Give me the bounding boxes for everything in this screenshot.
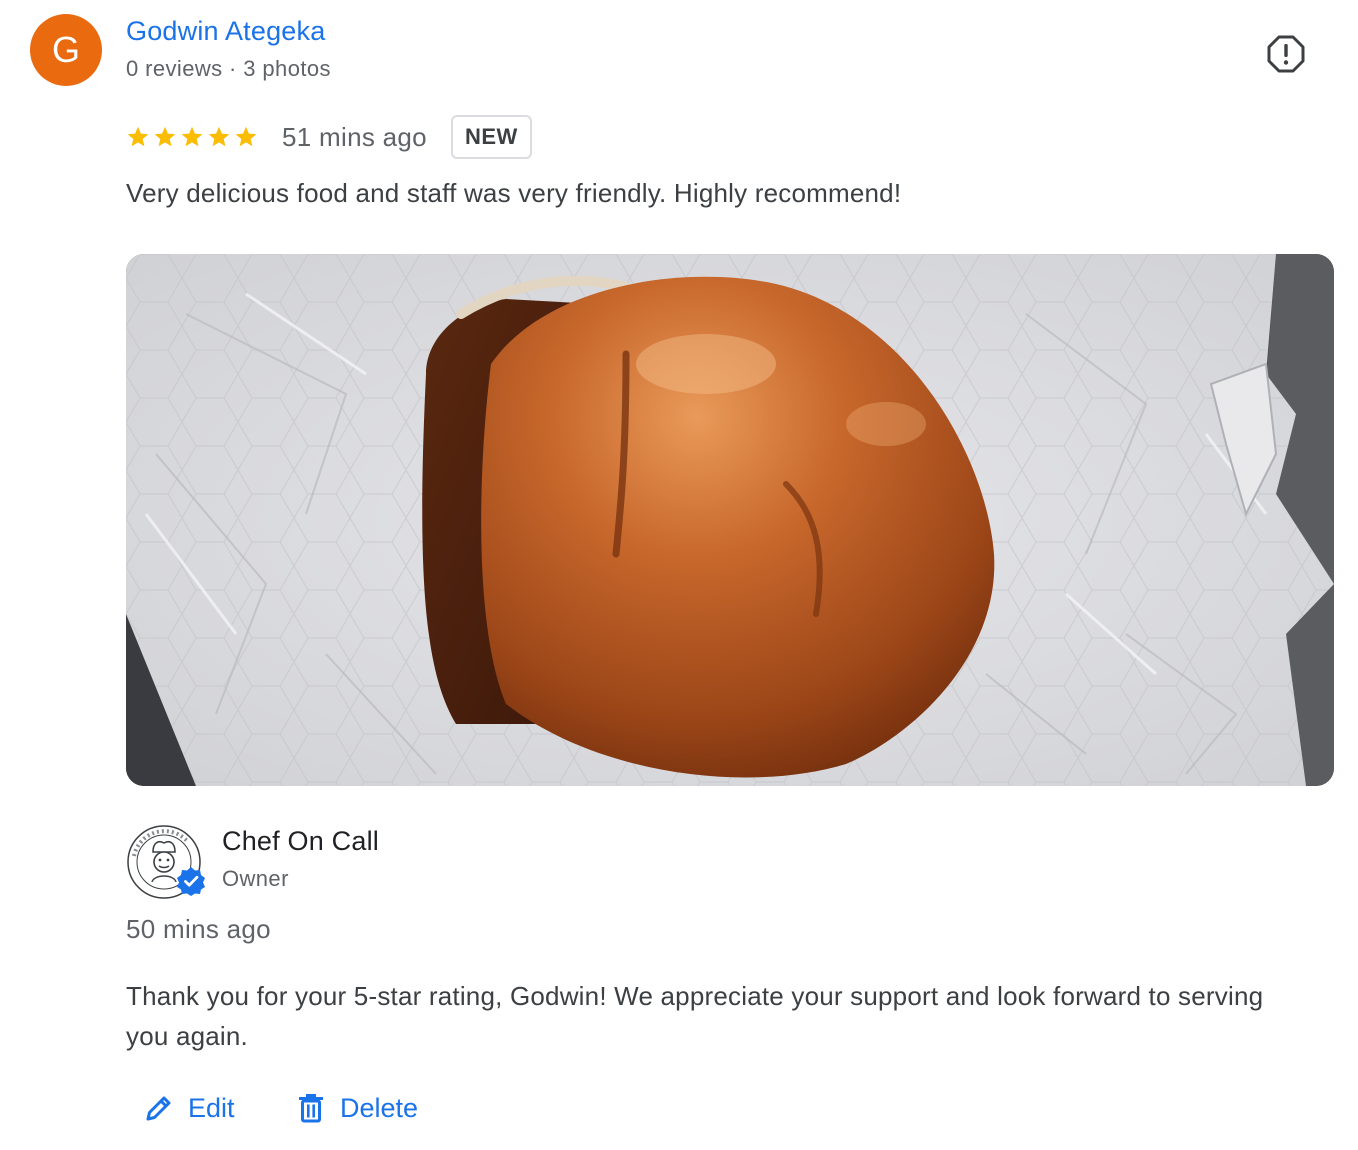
- review-text: Very delicious food and staff was very f…: [126, 178, 902, 208]
- star-icon: [181, 126, 203, 147]
- owner-role: Owner: [222, 866, 289, 891]
- reply-time: 50 mins ago: [126, 914, 271, 944]
- reviewer-name-link[interactable]: Godwin Ategeka: [126, 16, 325, 47]
- verified-icon: [177, 867, 205, 896]
- star-icon: [235, 126, 257, 147]
- pencil-icon: [146, 1096, 171, 1121]
- reply-text: Thank you for your 5-star rating, Godwin…: [126, 981, 1264, 1051]
- new-badge: NEW: [450, 115, 532, 159]
- star-icon: [208, 126, 230, 147]
- delete-reply-button[interactable]: Delete: [296, 1084, 418, 1132]
- review-card: G Godwin Ategeka 0 reviews · 3 photos 51…: [0, 0, 1358, 1150]
- star-icon: [154, 126, 176, 147]
- star-icon: [127, 126, 149, 147]
- report-icon: [1267, 35, 1305, 73]
- report-review-button[interactable]: [1262, 30, 1310, 78]
- edit-reply-button[interactable]: Edit: [144, 1084, 235, 1132]
- star-rating: [126, 125, 258, 149]
- rating-row: 51 mins ago NEW: [126, 114, 532, 160]
- owner-name: Chef On Call: [222, 826, 379, 856]
- reviewer-avatar[interactable]: G: [30, 14, 102, 86]
- reviewer-meta: 0 reviews · 3 photos: [126, 56, 331, 81]
- delete-label: Delete: [340, 1092, 419, 1123]
- trash-icon: [299, 1094, 323, 1123]
- review-photo[interactable]: [126, 254, 1334, 786]
- verified-owner-badge: [176, 866, 206, 896]
- burger-photo-image: [126, 254, 1334, 786]
- edit-label: Edit: [188, 1092, 235, 1123]
- avatar-initial: G: [51, 29, 80, 70]
- review-time: 51 mins ago: [282, 121, 427, 152]
